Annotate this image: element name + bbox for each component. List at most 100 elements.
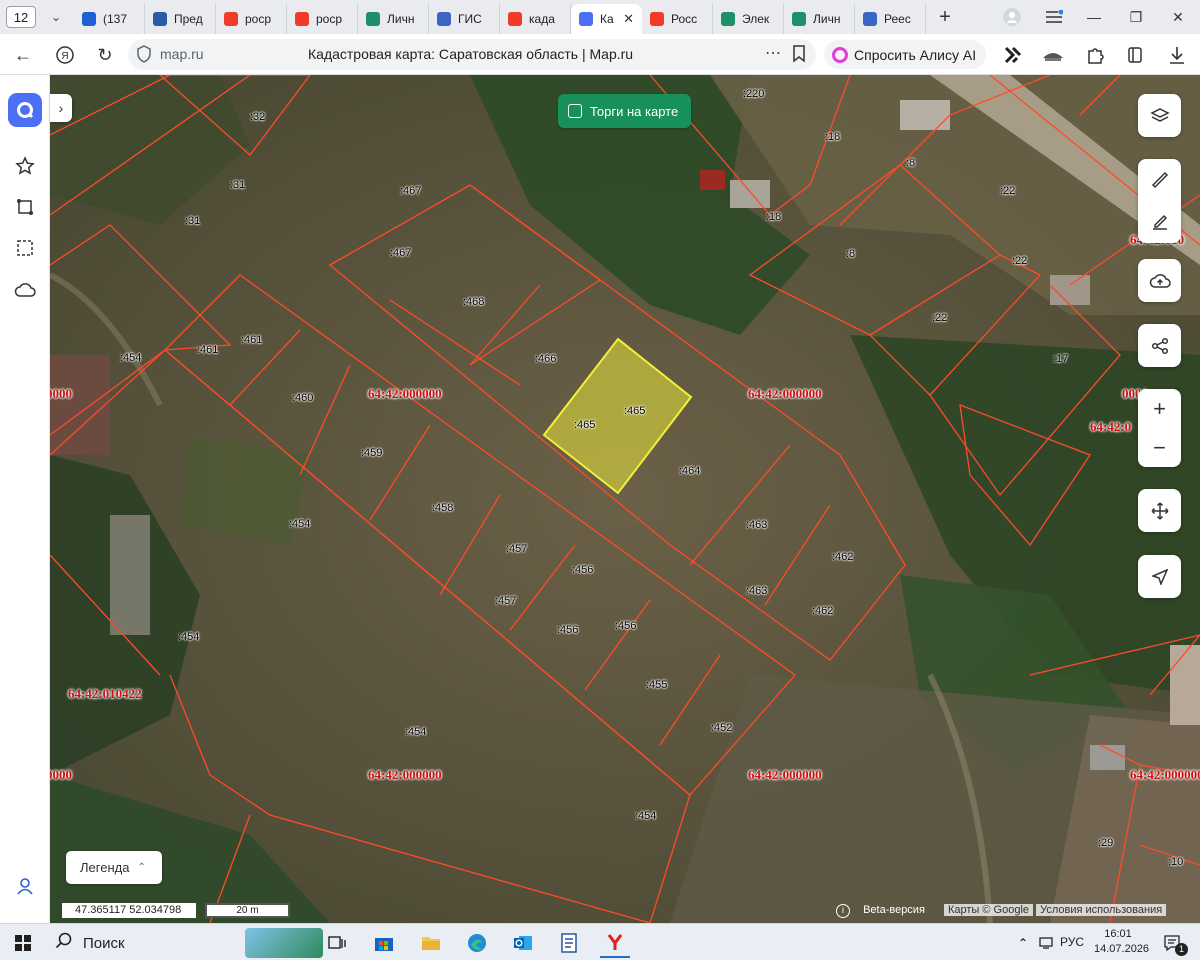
store-icon[interactable] [369, 928, 399, 958]
zoom-out-icon[interactable]: − [1138, 428, 1181, 467]
network-icon[interactable] [1031, 928, 1061, 958]
parcel-number-label[interactable]: :462 [812, 605, 833, 617]
parcel-number-label[interactable]: :22 [1000, 185, 1015, 197]
beta-label[interactable]: Beta-версия [863, 904, 925, 916]
favorites-star-icon[interactable] [10, 151, 40, 181]
parcel-number-label[interactable]: :10 [1168, 856, 1183, 868]
edit-icon[interactable] [1138, 201, 1181, 243]
collections-icon[interactable] [1122, 42, 1148, 68]
restore-button[interactable]: ❐ [1116, 0, 1156, 34]
taskbar-search[interactable]: Поиск [45, 928, 323, 958]
parcel-number-label[interactable]: :463 [746, 519, 767, 531]
address-bar[interactable]: map.ru Кадастровая карта: Саратовская об… [128, 39, 816, 70]
parcel-number-label[interactable]: :456 [557, 624, 578, 636]
parcel-number-label[interactable]: :465 [574, 419, 595, 431]
parcel-number-label[interactable]: :457 [495, 595, 516, 607]
parcel-number-label[interactable]: :467 [390, 247, 411, 259]
notification-center-icon[interactable]: 1 [1158, 928, 1188, 958]
bookmark-icon[interactable] [792, 45, 806, 68]
parcel-number-label[interactable]: :452 [711, 722, 732, 734]
back-arrow-icon[interactable]: ← [10, 42, 36, 68]
pan-button[interactable] [1138, 489, 1181, 532]
parcel-number-label[interactable]: :8 [846, 248, 855, 260]
clock[interactable]: 16:01 14.07.2026 [1094, 927, 1149, 957]
hat-extension-icon[interactable] [1040, 42, 1066, 68]
yandex-browser-icon[interactable] [600, 928, 630, 958]
windows-start-icon[interactable] [8, 928, 38, 958]
browser-tab[interactable]: Пред [145, 4, 216, 34]
parcel-number-label[interactable]: :22 [1012, 255, 1027, 267]
ask-alisa-button[interactable]: Спросить Алису AI [824, 40, 986, 69]
upload-button[interactable] [1138, 259, 1181, 302]
terms-link[interactable]: Условия использования [1036, 904, 1167, 916]
parcel-number-label[interactable]: :456 [615, 620, 636, 632]
cloud-icon[interactable] [10, 275, 40, 305]
browser-tab[interactable]: роср [216, 4, 287, 34]
user-account-icon[interactable] [10, 871, 40, 901]
share-button[interactable] [1138, 324, 1181, 367]
parcel-number-label[interactable]: :467 [400, 185, 421, 197]
parcel-number-label[interactable]: :220 [743, 88, 764, 100]
task-view-icon[interactable] [322, 928, 352, 958]
puzzle-extensions-icon[interactable] [1082, 42, 1108, 68]
browser-tab[interactable]: (137 [74, 4, 145, 34]
parcel-number-label[interactable]: :455 [646, 679, 667, 691]
expand-sidebar-chevron-icon[interactable]: › [50, 94, 72, 122]
site-info-shield-icon[interactable] [136, 45, 152, 68]
new-tab-button[interactable]: + [932, 4, 958, 30]
parcel-number-label[interactable]: :465 [624, 405, 645, 417]
parcel-number-label[interactable]: :462 [832, 551, 853, 563]
parcel-number-label[interactable]: :468 [463, 296, 484, 308]
tab-count-button[interactable]: 12 [6, 6, 36, 28]
layers-button[interactable] [1138, 94, 1181, 137]
parcel-number-label[interactable]: :464 [679, 465, 700, 477]
parcel-number-label[interactable]: :18 [825, 131, 840, 143]
parcel-number-label[interactable]: :454 [178, 631, 199, 643]
parcel-number-label[interactable]: :459 [361, 447, 382, 459]
browser-tab[interactable]: Росс [642, 4, 713, 34]
browser-tab[interactable]: роср [287, 4, 358, 34]
notepad-icon[interactable] [554, 928, 584, 958]
parcel-number-label[interactable]: :31 [230, 179, 245, 191]
parcel-number-label[interactable]: :458 [432, 502, 453, 514]
ruler-icon[interactable] [1138, 159, 1181, 201]
info-icon[interactable]: i [836, 904, 850, 918]
parcel-number-label[interactable]: :463 [746, 585, 767, 597]
browser-tab[interactable]: Ка ✕ [571, 4, 642, 34]
extension-icon[interactable] [1000, 42, 1026, 68]
parcel-number-label[interactable]: :457 [506, 543, 527, 555]
file-explorer-icon[interactable] [416, 928, 446, 958]
parcel-number-label[interactable]: :461 [197, 344, 218, 356]
browser-tab[interactable]: Реес [855, 4, 926, 34]
parcel-number-label[interactable]: :17 [1053, 353, 1068, 365]
language-indicator[interactable]: РУС [1060, 935, 1084, 949]
parcel-number-label[interactable]: :22 [932, 312, 947, 324]
parcel-number-label[interactable]: :454 [120, 352, 141, 364]
select-area-icon[interactable] [10, 233, 40, 263]
parcel-number-label[interactable]: :466 [535, 353, 556, 365]
browser-tab[interactable]: Личн [358, 4, 429, 34]
geolocation-button[interactable] [1138, 555, 1181, 598]
close-window-button[interactable]: ✕ [1158, 0, 1198, 34]
browser-tab[interactable]: Личн [784, 4, 855, 34]
auction-toggle[interactable]: Торги на карте [558, 94, 691, 128]
reload-icon[interactable]: ↻ [92, 42, 118, 68]
parcel-number-label[interactable]: :18 [766, 211, 781, 223]
route-icon[interactable] [10, 192, 40, 222]
legend-button[interactable]: Легенда ⌃ [66, 851, 162, 884]
mapru-logo-icon[interactable] [8, 93, 42, 127]
parcel-number-label[interactable]: :8 [906, 157, 915, 169]
zoom-in-icon[interactable]: + [1138, 389, 1181, 428]
parcel-number-label[interactable]: :456 [572, 564, 593, 576]
parcel-number-label[interactable]: :454 [289, 518, 310, 530]
edge-icon[interactable] [462, 928, 492, 958]
parcel-number-label[interactable]: :32 [250, 111, 265, 123]
auction-checkbox[interactable] [568, 104, 582, 118]
parcel-number-label[interactable]: :454 [405, 726, 426, 738]
menu-icon[interactable] [1034, 0, 1074, 34]
yandex-logo-icon[interactable]: Я [52, 42, 78, 68]
parcel-number-label[interactable]: :31 [185, 215, 200, 227]
tab-list-chevron-icon[interactable]: ⌄ [44, 10, 68, 24]
cadastral-map[interactable]: :31:32:31:31:467:467:468:466:465:465:464… [50, 75, 1200, 923]
parcel-number-label[interactable]: :461 [241, 334, 262, 346]
